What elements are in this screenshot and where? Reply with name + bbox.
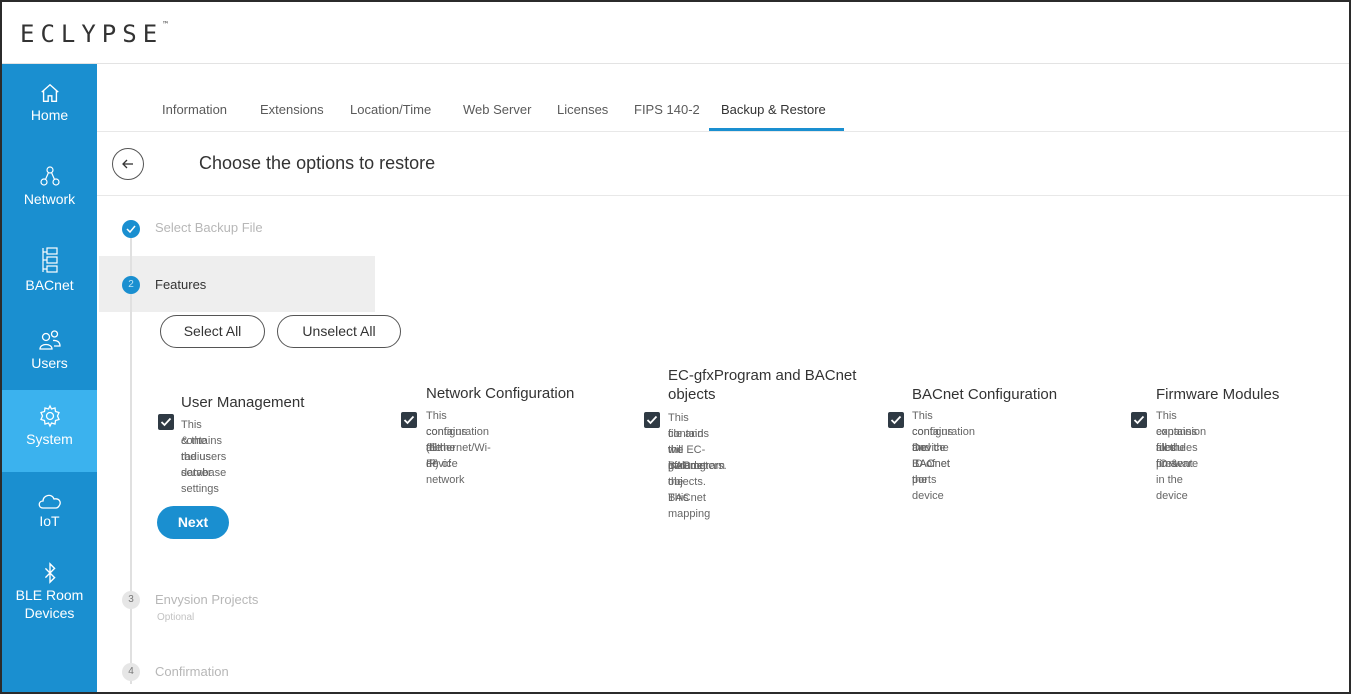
checkmark-icon (646, 415, 658, 425)
gear-icon (39, 404, 60, 428)
step-3-optional: Optional (157, 612, 195, 623)
home-icon (40, 83, 59, 102)
unselect-all-button[interactable]: Unselect All (277, 315, 401, 348)
sidebar-item-label: System (26, 431, 73, 447)
sidebar-item-network[interactable]: Network (2, 156, 97, 228)
user-management-checkbox[interactable] (158, 414, 174, 430)
option-title: EC-gfxProgram and BACnet objects (668, 367, 857, 403)
firmware-modules-checkbox[interactable] (1131, 412, 1147, 428)
sidebar-item-label: Network (23, 191, 76, 207)
step-2-number: 2 (122, 276, 140, 294)
step-3-label[interactable]: Envysion Projects (155, 592, 258, 607)
ec-gfxprogram-checkbox[interactable] (644, 412, 660, 428)
option-desc-line: files present in the device (1156, 442, 1193, 502)
sidebar-item-label: Home (30, 107, 69, 123)
sidebar-item-label: IoT (39, 513, 60, 529)
option-title: BACnet Configuration (912, 386, 1058, 403)
option-desc-line: Device ID of the device (912, 442, 946, 502)
sidebar-item-bacnet[interactable]: BACnet (2, 238, 97, 310)
top-bar: ECLYPSE™ (2, 2, 1349, 64)
users-icon (38, 330, 61, 350)
option-desc-line: parameters. (668, 460, 727, 472)
back-button[interactable] (112, 148, 144, 180)
checkmark-icon (1133, 415, 1145, 425)
option-desc-line: will include the BACnet mapping (668, 444, 711, 520)
sidebar-item-home[interactable]: Home (2, 74, 97, 144)
sidebar-item-label: BLE Room (15, 587, 84, 603)
stepper-line (130, 234, 132, 684)
checkmark-icon (160, 417, 172, 427)
step-2-label: Features (155, 277, 207, 292)
sidebar-item-users[interactable]: Users (2, 320, 97, 390)
bluetooth-icon (44, 562, 56, 584)
sidebar-item-iot[interactable]: IoT (2, 480, 97, 558)
tree-list-icon (41, 247, 58, 273)
tab-extensions[interactable]: Extensions (260, 102, 324, 117)
active-step-highlight (99, 256, 375, 312)
step-3-number: 3 (122, 591, 140, 609)
next-button[interactable]: Next (157, 506, 229, 539)
cloud-icon (38, 494, 61, 509)
option-title: Network Configuration (426, 385, 575, 402)
app-window: ECLYPSE™ Home Network BACnet Users Syste… (0, 0, 1351, 694)
sidebar-item-label: BACnet (25, 277, 74, 293)
tab-licenses[interactable]: Licenses (557, 102, 608, 117)
sidebar-item-system[interactable]: System (2, 390, 97, 472)
option-desc-line: & the radius server settings (181, 435, 219, 495)
option-title: Firmware Modules (1156, 386, 1280, 403)
sidebar-item-ble-room-devices[interactable]: BLE Room Devices (2, 558, 97, 634)
sidebar: Home Network BACnet Users System IoT BLE… (2, 64, 97, 692)
arrow-left-icon (122, 159, 133, 169)
checkmark-icon (403, 415, 415, 425)
step-1-label[interactable]: Select Backup File (155, 220, 263, 235)
network-icon (39, 166, 60, 186)
sidebar-item-label: Users (31, 355, 68, 371)
step-4-number: 4 (122, 663, 140, 681)
tab-web-server[interactable]: Web Server (463, 102, 531, 117)
tab-fips[interactable]: FIPS 140-2 (634, 102, 700, 117)
step-4-label[interactable]: Confirmation (155, 664, 229, 679)
page-title: Choose the options to restore (199, 153, 436, 173)
tab-information[interactable]: Information (162, 102, 227, 117)
tab-location-time[interactable]: Location/Time (350, 102, 431, 117)
select-all-button[interactable]: Select All (160, 315, 265, 348)
checkmark-icon (890, 415, 902, 425)
option-title: User Management (181, 394, 305, 411)
tab-backup-restore[interactable]: Backup & Restore (721, 102, 826, 117)
eclypse-logo: ECLYPSE™ (20, 20, 168, 48)
active-tab-indicator (709, 128, 844, 131)
network-configuration-checkbox[interactable] (401, 412, 417, 428)
sidebar-item-label-line2: Devices (24, 605, 75, 621)
bacnet-configuration-checkbox[interactable] (888, 412, 904, 428)
title-divider (97, 195, 1349, 196)
option-desc-line: the device (426, 442, 458, 470)
tab-divider (97, 131, 1349, 132)
step-1-check-icon (122, 220, 140, 238)
